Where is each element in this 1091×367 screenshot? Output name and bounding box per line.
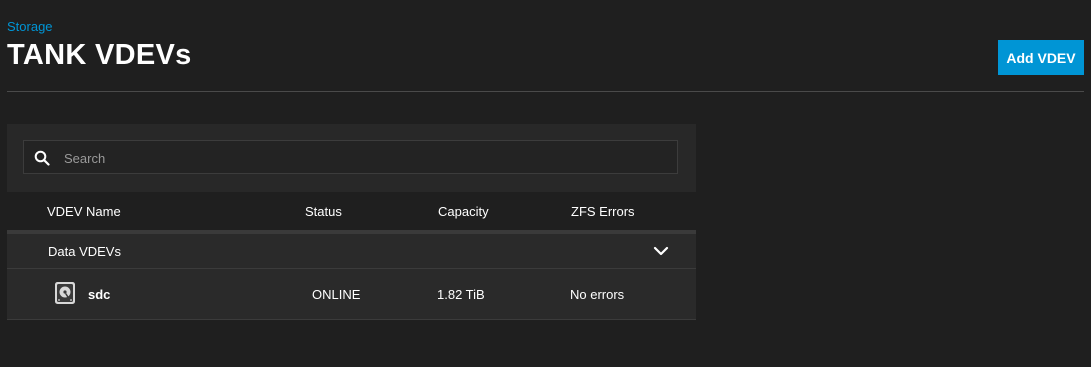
breadcrumb-storage[interactable]: Storage [7, 19, 53, 34]
vdev-table-card: VDEV Name Status Capacity ZFS Errors Dat… [7, 124, 696, 320]
table-row[interactable]: sdc ONLINE 1.82 TiB No errors [7, 269, 696, 320]
vdev-zfs-errors: No errors [570, 287, 625, 302]
vdev-capacity: 1.82 TiB [437, 287, 485, 302]
column-header-zfs-errors[interactable]: ZFS Errors [571, 204, 635, 219]
search-input[interactable] [62, 141, 666, 175]
vdev-name: sdc [88, 287, 111, 302]
column-header-status[interactable]: Status [305, 204, 342, 219]
search-icon [34, 150, 50, 166]
header-divider [7, 91, 1084, 92]
hard-disk-icon [55, 282, 75, 304]
add-vdev-button[interactable]: Add VDEV [998, 40, 1084, 75]
group-label: Data VDEVs [48, 244, 121, 259]
page: Storage TANK VDEVs Add VDEV VDEV Name St… [0, 0, 1091, 367]
search-bar [7, 124, 696, 192]
column-header-vdev-name[interactable]: VDEV Name [47, 204, 121, 219]
page-title: TANK VDEVs [7, 39, 192, 71]
search-box[interactable] [23, 140, 678, 175]
chevron-down-icon[interactable] [653, 244, 669, 258]
table-header: VDEV Name Status Capacity ZFS Errors [7, 192, 696, 234]
group-row-data-vdevs[interactable]: Data VDEVs [7, 234, 696, 269]
column-header-capacity[interactable]: Capacity [438, 204, 489, 219]
vdev-status: ONLINE [312, 287, 361, 302]
